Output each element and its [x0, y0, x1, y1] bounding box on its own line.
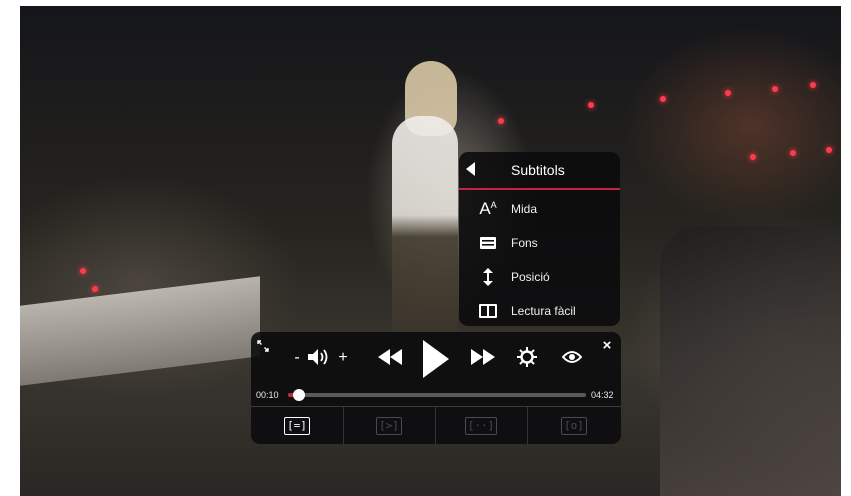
stage-light: [660, 96, 666, 102]
menu-item-position[interactable]: Posició: [459, 260, 620, 294]
accessibility-mode-tabs: [=] [>] [··] [o]: [251, 406, 621, 445]
progress-handle[interactable]: [293, 389, 306, 401]
stage-light: [810, 82, 816, 88]
text-size-icon: AA: [479, 199, 497, 218]
stage-light: [790, 150, 796, 156]
audio-subtitles-mode-icon: [o]: [561, 417, 587, 435]
settings-gear-icon[interactable]: [515, 345, 539, 369]
menu-item-label: Lectura fàcil: [511, 304, 576, 318]
subtitles-mode-icon: [=]: [284, 417, 310, 435]
vr-view-icon[interactable]: [560, 346, 584, 368]
subtitles-menu: Subtitols AA Mida Fons Posició Lectura f…: [459, 152, 620, 326]
menu-item-size[interactable]: AA Mida: [459, 192, 620, 226]
sign-language-mode-icon: [··]: [464, 417, 498, 435]
close-button[interactable]: ×: [600, 337, 614, 354]
audience-crowd: [660, 226, 841, 496]
play-icon[interactable]: [419, 339, 451, 379]
volume-up-button[interactable]: +: [336, 349, 350, 367]
menu-item-label: Mida: [511, 202, 538, 216]
stage-light: [498, 118, 504, 124]
menu-item-label: Fons: [511, 236, 538, 250]
progress-bar[interactable]: [288, 389, 586, 401]
stage-light: [750, 154, 756, 160]
current-time: 00:10: [256, 390, 279, 400]
vertical-position-icon: [477, 268, 499, 286]
total-time: 04:32: [591, 390, 614, 400]
book-icon: [477, 302, 499, 320]
background-box-icon: [477, 234, 499, 252]
stage-light: [725, 90, 731, 96]
stage-platform: [20, 276, 260, 386]
tab-audio-subtitles[interactable]: [o]: [527, 407, 621, 445]
menu-item-easy-reading[interactable]: Lectura fàcil: [459, 294, 620, 328]
volume-down-button[interactable]: -: [290, 349, 304, 367]
stage-light: [92, 286, 98, 292]
tab-audio-description[interactable]: [>]: [343, 407, 436, 445]
subtitles-menu-header: Subtitols: [459, 152, 620, 190]
rewind-icon[interactable]: [376, 346, 404, 368]
tab-sign-language[interactable]: [··]: [435, 407, 528, 445]
speaker-icon[interactable]: [308, 346, 330, 368]
performer: [392, 116, 458, 336]
audio-description-mode-icon: [>]: [376, 417, 402, 435]
fast-forward-icon[interactable]: [469, 346, 497, 368]
menu-item-background[interactable]: Fons: [459, 226, 620, 260]
stage-light: [588, 102, 594, 108]
stage-light: [80, 268, 86, 274]
fullscreen-icon[interactable]: [256, 339, 270, 353]
back-icon[interactable]: [466, 162, 475, 176]
subtitles-menu-title: Subtitols: [511, 162, 565, 178]
stage-light: [772, 86, 778, 92]
menu-item-label: Posició: [511, 270, 550, 284]
stage-light: [826, 147, 832, 153]
tab-subtitles[interactable]: [=]: [251, 407, 344, 445]
